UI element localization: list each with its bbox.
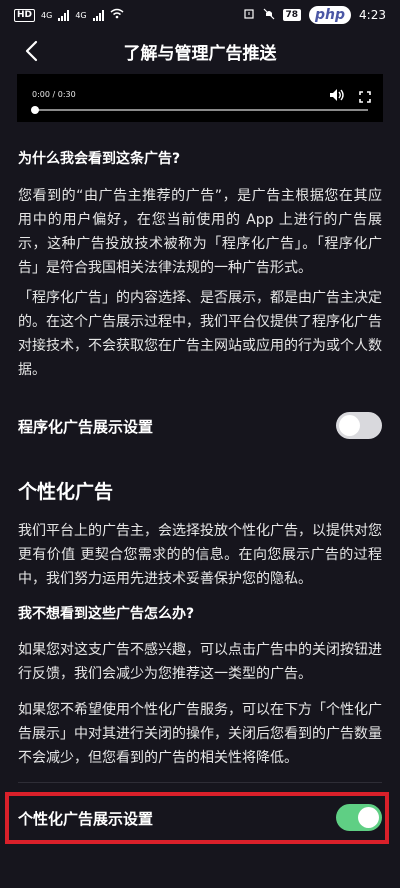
personalized-para-1: 我们平台上的广告主，会选择投放个性化广告，以提供对您更有价值 更契合您需求的的信… bbox=[18, 519, 382, 591]
why-para-1: 您看到的“由广告主推荐的广告”，是广告主根据您在其应用中的用户偏好，在您当前使用… bbox=[18, 184, 382, 280]
toggle-knob bbox=[339, 415, 360, 436]
dont-want-heading: 我不想看到这些广告怎么办? bbox=[18, 603, 382, 623]
mute-icon bbox=[263, 8, 275, 23]
personalized-para-3: 如果您不希望使用个性化广告服务，可以在下方「个性化广告展示」中对其进行关闭的操作… bbox=[18, 698, 382, 770]
alarm-icon bbox=[243, 8, 255, 23]
signal-2-label: 4G bbox=[75, 10, 87, 20]
why-para-1-text: 您看到的“由广告主推荐的广告”，是广告主根据您在其应用中的用户偏好，在您当前使用… bbox=[18, 188, 382, 276]
fullscreen-icon bbox=[359, 91, 371, 103]
dont-want-heading-text: 我不想看到这些广告怎么办? bbox=[18, 606, 195, 622]
video-progress-track[interactable] bbox=[32, 109, 368, 111]
battery-level: 78 bbox=[282, 9, 302, 21]
page-header: 了解与管理广告推送 bbox=[0, 30, 400, 72]
personalized-para-1-text: 我们平台上的广告主，会选择投放个性化广告，以提供对您更有价值 更契合您需求的的信… bbox=[18, 523, 382, 587]
clock-time: 4:23 bbox=[359, 8, 386, 22]
fullscreen-button[interactable] bbox=[359, 88, 371, 103]
personalized-ads-title-text: 个性化广告 bbox=[18, 481, 114, 503]
highlight-box bbox=[5, 792, 389, 844]
programmatic-ad-setting-label: 程序化广告展示设置 bbox=[18, 418, 154, 436]
why-para-2: 「程序化广告」的内容选择、是否展示，都是由广告主决定的。在这个广告展示过程中，我… bbox=[18, 286, 382, 382]
personalized-para-3-text: 如果您不希望使用个性化广告服务，可以在下方「个性化广告展示」中对其进行关闭的操作… bbox=[18, 702, 382, 766]
video-progress-thumb[interactable] bbox=[31, 106, 39, 114]
divider bbox=[18, 782, 382, 783]
wifi-icon bbox=[110, 8, 124, 22]
status-right: 78 php 4:23 bbox=[243, 6, 386, 24]
volume-button[interactable] bbox=[329, 87, 345, 101]
back-button[interactable] bbox=[18, 38, 44, 64]
programmatic-ad-toggle[interactable] bbox=[336, 412, 382, 439]
why-para-2-text: 「程序化广告」的内容选择、是否展示，都是由广告主决定的。在这个广告展示过程中，我… bbox=[18, 290, 382, 378]
why-heading: 为什么我会看到这条广告? bbox=[18, 148, 382, 168]
signal-bars-2-icon bbox=[92, 9, 104, 21]
page-title: 了解与管理广告推送 bbox=[123, 43, 277, 64]
chevron-left-icon bbox=[25, 40, 38, 62]
programmatic-ad-setting-row: 程序化广告展示设置 bbox=[18, 416, 382, 437]
status-bar: HD 4G 4G 78 php 4:23 bbox=[0, 0, 400, 30]
hd-indicator: HD bbox=[14, 8, 36, 22]
why-heading-text: 为什么我会看到这条广告? bbox=[18, 151, 181, 167]
status-left: HD 4G 4G bbox=[14, 8, 124, 22]
volume-icon bbox=[330, 89, 344, 101]
personalized-ads-title: 个性化广告 bbox=[18, 477, 382, 504]
video-time: 0:00 / 0:30 bbox=[32, 90, 76, 99]
personalized-para-2-text: 如果您对这支广告不感兴趣，可以点击广告中的关闭按钮进行反馈，我们会减少为您推荐这… bbox=[18, 642, 382, 682]
php-watermark: php bbox=[309, 6, 352, 24]
signal-bars-icon bbox=[58, 9, 70, 21]
personalized-para-2: 如果您对这支广告不感兴趣，可以点击广告中的关闭按钮进行反馈，我们会减少为您推荐这… bbox=[18, 638, 382, 686]
video-player[interactable]: 0:00 / 0:30 bbox=[17, 74, 383, 122]
signal-1-label: 4G bbox=[41, 10, 53, 20]
